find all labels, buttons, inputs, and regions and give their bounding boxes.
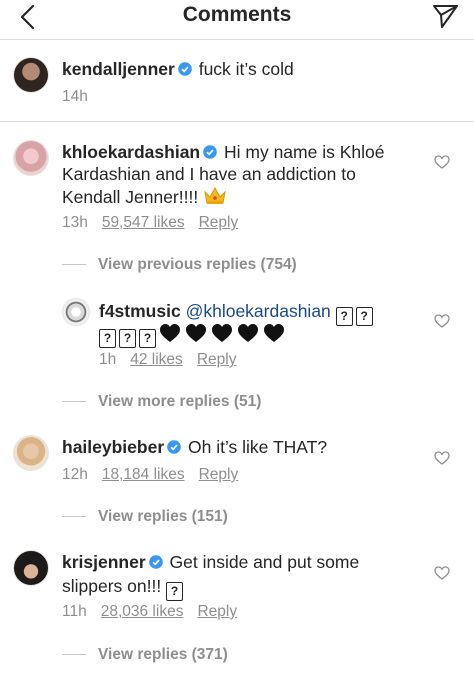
- divider-line: [62, 401, 86, 403]
- divider-line: [62, 516, 86, 518]
- username[interactable]: khloekardashian: [62, 142, 200, 162]
- comment-timestamp: 12h: [62, 466, 88, 483]
- username[interactable]: haileybieber: [62, 437, 164, 457]
- view-replies-link[interactable]: View replies (371): [62, 646, 228, 664]
- view-replies-link[interactable]: View previous replies (754): [62, 256, 297, 274]
- mention-link[interactable]: @khloekardashian: [186, 301, 331, 321]
- crown-emoji-icon: [204, 186, 226, 204]
- missing-glyph-icon: ?: [119, 329, 136, 348]
- caption-text: fuck it’s cold: [198, 59, 294, 79]
- heart-outline-icon[interactable]: [434, 565, 450, 581]
- view-replies-link[interactable]: View replies (151): [62, 508, 228, 526]
- comment-text: Oh it’s like THAT?: [188, 437, 328, 457]
- likes-count-link[interactable]: 59,547 likes: [102, 214, 185, 231]
- avatar[interactable]: [62, 298, 90, 326]
- avatar[interactable]: [13, 435, 49, 471]
- avatar[interactable]: [13, 140, 49, 176]
- missing-glyph-icon: ?: [99, 329, 116, 348]
- divider-line: [62, 654, 86, 656]
- view-replies-label: View more replies (51): [98, 393, 262, 410]
- missing-glyph-icon: ?: [139, 329, 156, 348]
- comment-text: Kardashian and I have an addiction to: [62, 164, 356, 184]
- reply-button[interactable]: Reply: [199, 466, 239, 483]
- page-title: Comments: [182, 3, 292, 26]
- verified-badge-icon: [203, 145, 217, 159]
- caption-timestamp: 14h: [62, 88, 88, 105]
- comment-text: Get inside and put some: [169, 552, 360, 572]
- verified-badge-icon: [167, 440, 181, 454]
- comment-timestamp: 11h: [62, 603, 87, 620]
- comment-text: Kendall Jenner!!!!: [62, 187, 199, 207]
- avatar[interactable]: [13, 550, 49, 586]
- black-heart-emoji-icon: [160, 324, 180, 342]
- reply-button[interactable]: Reply: [197, 351, 237, 368]
- black-heart-emoji-icon: [238, 324, 258, 342]
- heart-outline-icon[interactable]: [434, 154, 450, 170]
- heart-outline-icon[interactable]: [434, 313, 450, 329]
- divider-line: [62, 264, 86, 266]
- reply-button[interactable]: Reply: [197, 603, 237, 620]
- black-heart-emoji-icon: [212, 324, 232, 342]
- reply-button[interactable]: Reply: [199, 214, 239, 231]
- comment-text: Hi my name is Khloé: [224, 142, 385, 162]
- likes-count-link[interactable]: 42 likes: [130, 351, 183, 368]
- verified-badge-icon: [148, 555, 163, 569]
- missing-glyph-icon: ?: [335, 307, 353, 326]
- top-navigation-bar: Comments: [0, 0, 474, 40]
- send-direct-icon[interactable]: [430, 1, 460, 31]
- view-replies-link[interactable]: View more replies (51): [62, 393, 261, 411]
- view-replies-label: View replies (371): [98, 646, 228, 663]
- username[interactable]: krisjenner: [62, 552, 146, 572]
- post-caption: kendalljenner fuck it’s cold 14h: [0, 40, 474, 122]
- avatar[interactable]: [13, 57, 49, 93]
- username[interactable]: f4stmusic: [99, 301, 181, 321]
- verified-badge-icon: [178, 62, 192, 76]
- username[interactable]: kendalljenner: [62, 59, 175, 79]
- black-heart-emoji-icon: [264, 324, 284, 342]
- view-replies-label: View replies (151): [98, 508, 228, 525]
- comment-text: slippers on!!!: [62, 576, 162, 596]
- heart-outline-icon[interactable]: [434, 450, 450, 466]
- view-replies-label: View previous replies (754): [98, 256, 297, 273]
- comment-timestamp: 1h: [99, 351, 117, 368]
- likes-count-link[interactable]: 18,184 likes: [102, 466, 185, 483]
- missing-glyph-icon: ?: [166, 582, 184, 601]
- missing-glyph-icon: ?: [355, 307, 373, 326]
- comment-timestamp: 13h: [62, 214, 88, 231]
- likes-count-link[interactable]: 28,036 likes: [101, 603, 184, 620]
- black-heart-emoji-icon: [186, 324, 206, 342]
